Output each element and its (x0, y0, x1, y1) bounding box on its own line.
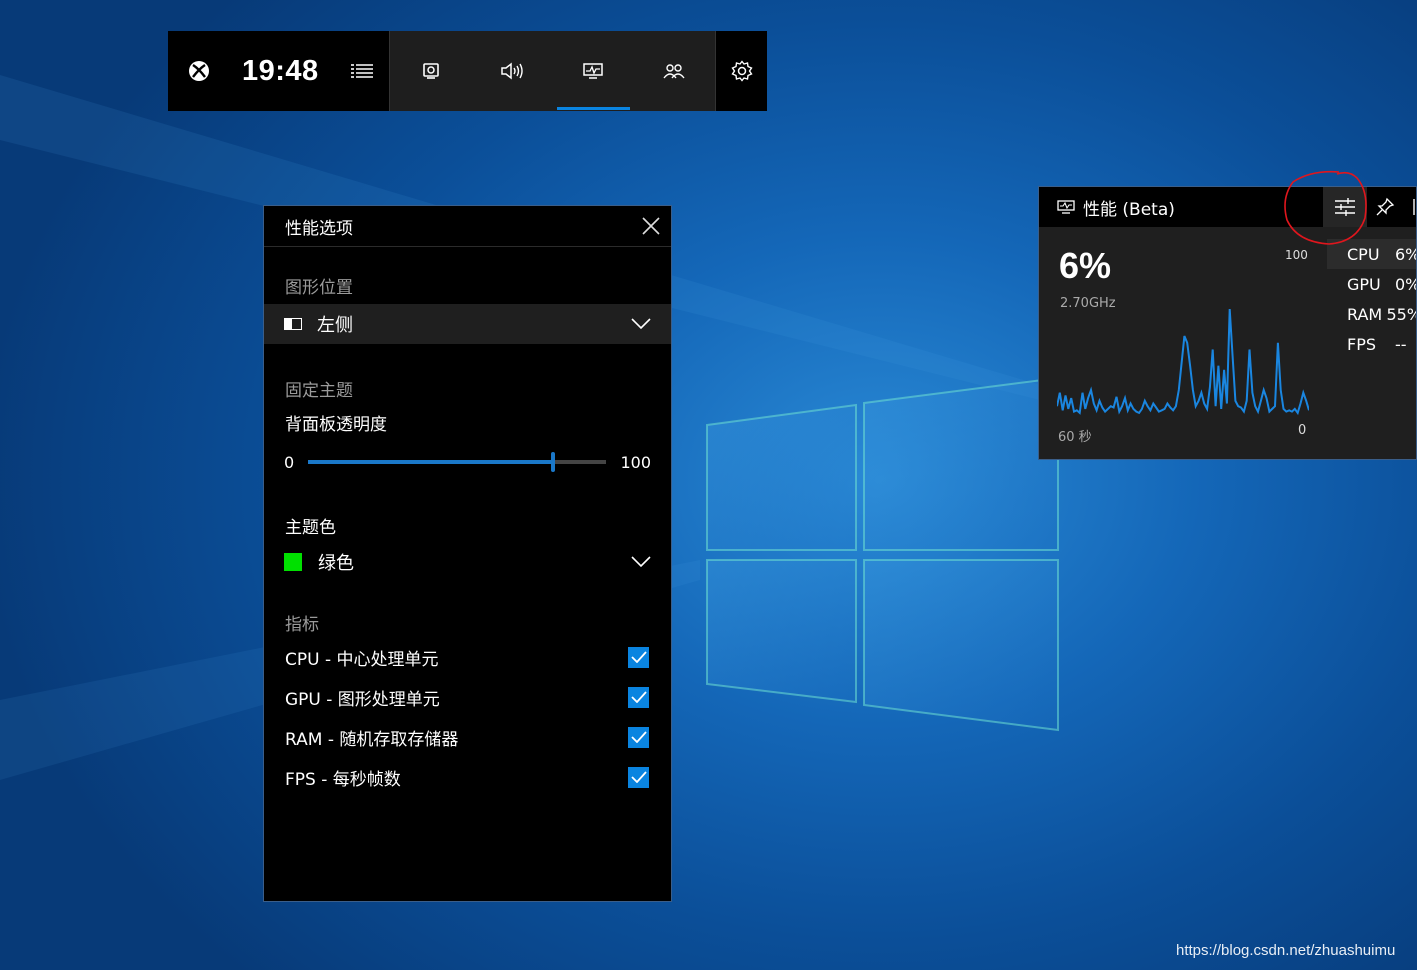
graph-y-max: 100 (1285, 248, 1308, 262)
windows-logo (706, 376, 1059, 732)
game-bar-home: 19:48 (168, 31, 389, 111)
opacity-label: 背面板透明度 (285, 415, 387, 435)
more-icon[interactable] (1411, 197, 1417, 217)
cpu-usage-graph (1057, 308, 1309, 416)
metric-list: CPU 6% GPU 0% RAM 55% FPS -- (1327, 239, 1416, 359)
performance-icon (583, 63, 603, 79)
panel-title: 性能选项 (285, 218, 353, 239)
metric-value: 6% (1395, 244, 1416, 264)
metric-row-cpu: CPU - 中心处理单元 (264, 637, 671, 677)
metric-item-fps[interactable]: FPS -- (1327, 329, 1416, 359)
theme-color-label: 主题色 (285, 518, 336, 538)
metric-label: GPU - 图形处理单元 (285, 689, 440, 710)
audio-icon (501, 62, 523, 80)
metric-row-gpu: GPU - 图形处理单元 (264, 677, 671, 717)
checkmark-icon (630, 731, 647, 743)
tab-social[interactable] (634, 31, 715, 111)
opacity-slider-thumb[interactable] (550, 452, 555, 472)
metric-value: 55% (1386, 304, 1416, 324)
position-dropdown[interactable]: 左侧 (264, 304, 671, 344)
annotation-circle (1284, 170, 1367, 245)
graph-y-min: 0 (1298, 423, 1307, 438)
left-dock-icon (284, 318, 302, 330)
metric-name: GPU (1347, 274, 1381, 294)
close-icon[interactable] (641, 216, 661, 236)
watermark: https://blog.csdn.net/zhuashuimu (1176, 942, 1396, 959)
pin-theme-label: 固定主题 (285, 381, 353, 401)
metric-checkbox-gpu[interactable] (628, 686, 649, 708)
clock-time: 19:48 (242, 54, 319, 87)
metric-label: FPS - 每秒帧数 (285, 769, 401, 790)
theme-color-dropdown[interactable]: 绿色 (264, 542, 671, 582)
metric-row-ram: RAM - 随机存取存储器 (264, 717, 671, 757)
settings-gear-icon (730, 60, 753, 82)
cpu-usage-line (1057, 308, 1309, 416)
metric-label: RAM - 随机存取存储器 (285, 729, 459, 750)
performance-options-panel: 性能选项 图形位置 左侧 固定主题 背面板透明度 0 100 主题色 绿色 指标 (263, 205, 672, 902)
graph-time-span: 60 秒 (1058, 430, 1092, 445)
metric-item-ram[interactable]: RAM 55% (1327, 299, 1416, 329)
metric-item-gpu[interactable]: GPU 0% (1327, 269, 1416, 299)
widget-menu-icon[interactable] (350, 63, 373, 79)
game-bar: 19:48 (168, 31, 767, 111)
opacity-slider-fill (308, 460, 553, 464)
opacity-slider[interactable] (308, 452, 607, 472)
position-value: 左侧 (317, 315, 353, 336)
metrics-label: 指标 (285, 615, 319, 635)
desktop-wallpaper (0, 75, 1059, 780)
tab-audio[interactable] (471, 31, 552, 111)
social-icon (663, 64, 685, 79)
opacity-min: 0 (284, 452, 295, 472)
theme-color-value: 绿色 (318, 553, 354, 574)
metric-name: RAM (1347, 304, 1383, 324)
theme-color-swatch (284, 553, 302, 571)
metric-checkbox-fps[interactable] (628, 766, 649, 788)
pin-button[interactable] (1373, 187, 1397, 227)
tab-capture[interactable] (390, 31, 471, 111)
metric-name: FPS (1347, 334, 1377, 354)
checkmark-icon (630, 651, 647, 663)
chevron-down-icon (631, 318, 651, 330)
settings-button[interactable] (716, 31, 767, 111)
opacity-slider-row: 0 100 (264, 445, 671, 479)
tab-performance[interactable] (553, 31, 634, 111)
pin-icon (1376, 197, 1395, 216)
metric-label: CPU - 中心处理单元 (285, 649, 439, 670)
checkmark-icon (630, 771, 647, 783)
metric-checkbox-ram[interactable] (628, 726, 649, 748)
capture-icon (422, 63, 439, 79)
chevron-down-icon (631, 556, 651, 568)
metric-value: 0% (1395, 274, 1416, 294)
metric-row-fps: FPS - 每秒帧数 (264, 757, 671, 797)
metric-checkbox-cpu[interactable] (628, 646, 649, 668)
checkmark-icon (630, 691, 647, 703)
opacity-max: 100 (620, 452, 651, 472)
widget-tabs (389, 31, 716, 111)
performance-icon (1057, 200, 1075, 214)
position-label: 图形位置 (285, 278, 353, 298)
widget-title: 性能 (Beta) (1083, 199, 1175, 220)
xbox-icon[interactable] (188, 60, 210, 82)
metric-value: -- (1395, 334, 1407, 354)
cpu-usage-value: 6% (1059, 245, 1112, 286)
panel-header: 性能选项 (264, 206, 671, 247)
